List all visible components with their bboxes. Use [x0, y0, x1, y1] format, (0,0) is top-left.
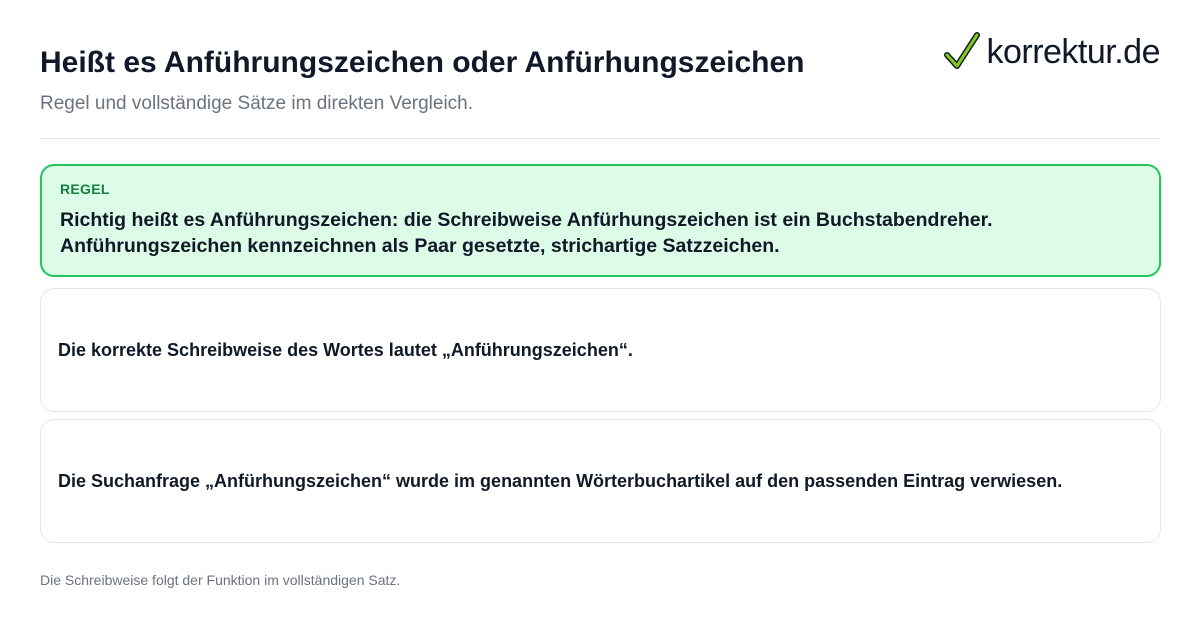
footer-note: Die Schreibweise folgt der Funktion im v…: [40, 572, 401, 588]
page-subtitle: Regel und vollständige Sätze im direkten…: [40, 93, 474, 114]
checkmark-icon: [944, 32, 981, 69]
brand-logo[interactable]: korrektur.de: [944, 30, 1160, 74]
example-card-correct: Die korrekte Schreibweise des Wortes lau…: [40, 288, 1161, 412]
example-sentence: Die Suchanfrage „Anfürhungszeichen“ wurd…: [58, 471, 1063, 491]
rule-card: REGEL Richtig heißt es Anführungszeichen…: [40, 164, 1161, 277]
example-sentence: Die korrekte Schreibweise des Wortes lau…: [58, 340, 633, 360]
rule-label: REGEL: [60, 181, 110, 197]
rule-text: Richtig heißt es Anführungszeichen: die …: [60, 209, 993, 257]
page-title: Heißt es Anführungszeichen oder Anfürhun…: [40, 46, 805, 79]
brand-name: korrektur.de: [986, 33, 1160, 71]
example-card-misspelling: Die Suchanfrage „Anfürhungszeichen“ wurd…: [40, 419, 1161, 543]
